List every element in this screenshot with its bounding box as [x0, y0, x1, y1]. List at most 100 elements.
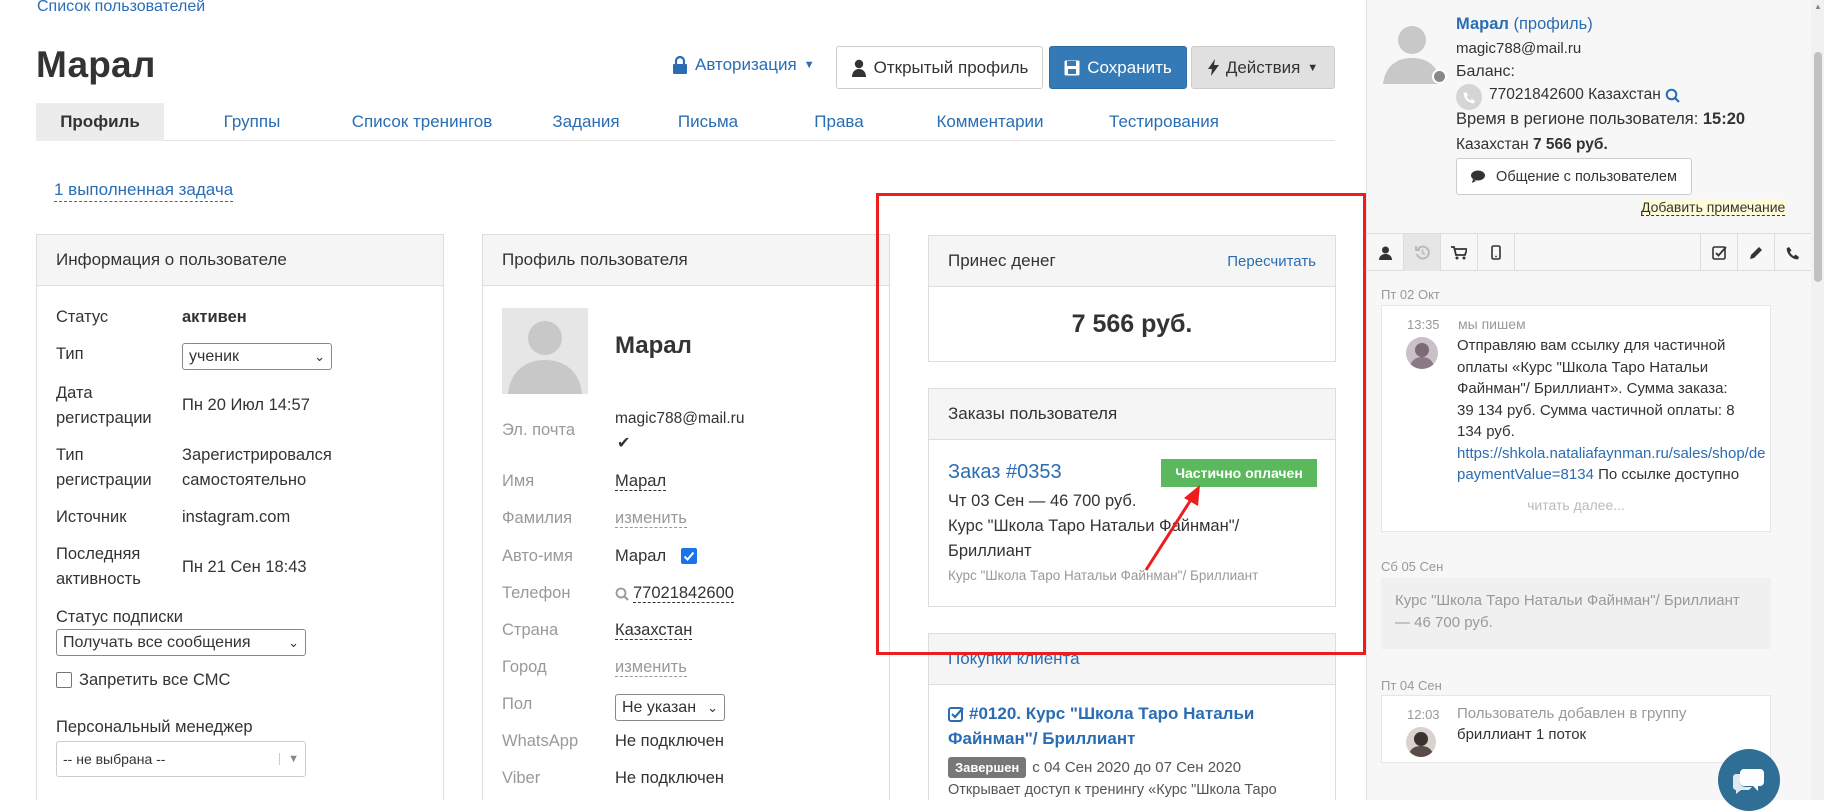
- mobile-icon[interactable]: [1478, 234, 1515, 271]
- chat-widget-button[interactable]: [1718, 749, 1780, 811]
- cart-icon[interactable]: [1441, 234, 1478, 271]
- scroll-up-icon[interactable]: ▲: [1814, 2, 1822, 11]
- verified-check-icon: ✔: [617, 435, 631, 452]
- purchases-panel: Покупки клиента #0120. Курс "Школа Таро …: [928, 633, 1336, 800]
- user-side-panel: ✕ Марал (профиль) magic788@mail.ru Балан…: [1366, 0, 1824, 800]
- tab-comments[interactable]: Комментарии: [920, 103, 1060, 141]
- user-icon[interactable]: [1367, 234, 1404, 271]
- tab-rights[interactable]: Права: [800, 103, 878, 141]
- feed-day-2: Сб 05 Сен: [1381, 559, 1444, 574]
- reg-type-value-1: Зарегистрировался: [182, 446, 332, 464]
- phone-icon[interactable]: [1456, 84, 1482, 110]
- gender-select-value: Не указан: [622, 698, 697, 716]
- user-info-panel: Информация о пользователе Статус активен…: [36, 234, 444, 800]
- tab-testing[interactable]: Тестирования: [1094, 103, 1234, 141]
- ban-sms-checkbox[interactable]: [56, 672, 72, 688]
- tab-letters[interactable]: Письма: [658, 103, 758, 141]
- purchase-item-line-1[interactable]: #0120. Курс "Школа Таро Натальи: [969, 704, 1254, 724]
- history-icon[interactable]: [1404, 234, 1441, 271]
- last-active-link[interactable]: Пн 21 Сен 18:43: [182, 555, 307, 580]
- save-button[interactable]: Сохранить: [1049, 46, 1187, 89]
- side-scrollbar-thumb[interactable]: [1814, 52, 1822, 282]
- source-link[interactable]: instagram.com: [182, 505, 290, 530]
- first-name-label: Имя: [502, 472, 535, 490]
- first-name-value[interactable]: Марал: [615, 472, 667, 491]
- type-select[interactable]: ученик ⌄: [182, 343, 332, 370]
- side-scrollbar[interactable]: ▲: [1811, 0, 1824, 800]
- event-line-1: Пользователь добавлен в группу: [1457, 705, 1687, 722]
- order-course-small: Курс "Школа Таро Натальи Файнман"/ Брилл…: [948, 568, 1259, 583]
- country-label: Страна: [502, 621, 559, 639]
- tab-groups[interactable]: Группы: [194, 103, 310, 141]
- reg-type-value-2: самостоятельно: [182, 471, 307, 489]
- message-time: 13:35: [1407, 317, 1440, 332]
- checklist-icon[interactable]: [1700, 234, 1737, 271]
- money-title: Принес денег: [948, 251, 1056, 270]
- whatsapp-value: Не подключен: [615, 732, 724, 750]
- recalculate-link[interactable]: Пересчитать: [1227, 253, 1316, 270]
- offline-status-dot: [1432, 69, 1447, 84]
- orders-title: Заказы пользователя: [929, 389, 1335, 440]
- source-label: Источник: [56, 508, 127, 526]
- tab-trainings[interactable]: Список тренингов: [327, 103, 517, 141]
- subscription-select[interactable]: Получать все сообщения ⌄: [56, 629, 306, 656]
- side-user-name[interactable]: Марал: [1456, 15, 1509, 33]
- manager-select[interactable]: -- не выбрана -- ▼: [56, 741, 306, 777]
- country-value[interactable]: Казахстан: [615, 621, 693, 640]
- side-country-amount: 7 566 руб.: [1532, 136, 1608, 153]
- feed-day-3: Пт 04 Сен: [1381, 678, 1442, 693]
- order-course-line-2: Бриллиант: [948, 542, 1032, 560]
- authorization-dropdown[interactable]: Авторизация ▼: [672, 55, 815, 75]
- purchase-period: с 04 Сен 2020 до 07 Сен 2020: [1032, 759, 1242, 776]
- viber-value: Не подключен: [615, 769, 724, 787]
- user-silhouette-icon: [508, 321, 582, 394]
- search-icon[interactable]: [1665, 88, 1680, 108]
- gender-select[interactable]: Не указан ⌄: [615, 694, 725, 721]
- completed-task-link[interactable]: 1 выполненная задача: [54, 180, 234, 202]
- checkmark-icon: [683, 551, 695, 561]
- avatar: [502, 308, 588, 394]
- message-line-3: Файнман"/ Бриллиант». Сумма заказа:: [1457, 380, 1728, 397]
- email-label: Эл. почта: [502, 421, 576, 439]
- order-note-line-1: Курс "Школа Таро Натальи Файнман"/ Брилл…: [1395, 592, 1740, 609]
- last-name-edit[interactable]: изменить: [615, 509, 687, 528]
- tab-tasks[interactable]: Задания: [536, 103, 636, 141]
- pencil-icon[interactable]: [1737, 234, 1774, 271]
- subscription-select-value: Получать все сообщения: [63, 633, 251, 651]
- search-icon[interactable]: [615, 587, 629, 606]
- phone-call-icon[interactable]: [1774, 234, 1811, 271]
- breadcrumb-users-list[interactable]: Список пользователей: [37, 0, 205, 16]
- side-profile-link[interactable]: (профиль): [1513, 15, 1592, 33]
- chat-with-user-button[interactable]: Общение с пользователем: [1456, 158, 1692, 195]
- purchase-item-line-2[interactable]: Файнман"/ Бриллиант: [948, 729, 1135, 749]
- message-author: мы пишем: [1458, 316, 1526, 332]
- payment-link-part-1[interactable]: https://shkola.nataliafaynman.ru/sales/s…: [1457, 445, 1766, 462]
- tab-profile[interactable]: Профиль: [36, 103, 164, 141]
- order-link[interactable]: Заказ #0353: [948, 461, 1062, 484]
- floppy-icon: [1064, 60, 1080, 75]
- orders-panel: Заказы пользователя Заказ #0353 Частично…: [928, 388, 1336, 607]
- side-country: Казахстан: [1456, 136, 1529, 153]
- type-label: Тип: [56, 345, 84, 363]
- chevron-down-icon: ⌄: [314, 348, 325, 364]
- chat-with-user-label: Общение с пользователем: [1496, 168, 1677, 185]
- checked-square-icon: [948, 706, 965, 723]
- viber-label: Viber: [502, 769, 541, 787]
- purchases-title-link[interactable]: Покупки клиента: [948, 649, 1080, 669]
- message-card: 13:35 мы пишем Отправляю вам ссылку для …: [1381, 305, 1771, 532]
- actions-dropdown[interactable]: Действия ▼: [1191, 46, 1335, 89]
- payment-link-part-2[interactable]: paymentValue=8134: [1457, 466, 1594, 483]
- open-profile-button[interactable]: Открытый профиль: [836, 46, 1043, 89]
- save-label: Сохранить: [1087, 57, 1172, 77]
- author-avatar: [1406, 337, 1438, 369]
- actions-label: Действия: [1225, 57, 1301, 77]
- phone-value[interactable]: 77021842600: [633, 584, 734, 603]
- city-edit[interactable]: изменить: [615, 658, 687, 677]
- read-more-link[interactable]: читать далее...: [1382, 497, 1770, 513]
- money-panel: Принес денег Пересчитать 7 566 руб.: [928, 235, 1336, 362]
- autoname-checkbox[interactable]: [681, 548, 697, 564]
- add-note-link[interactable]: Добавить примечание: [1641, 199, 1786, 216]
- chevron-down-icon: ▼: [279, 753, 299, 765]
- phone-label: Телефон: [502, 584, 571, 602]
- order-note-line-2: — 46 700 руб.: [1395, 614, 1493, 631]
